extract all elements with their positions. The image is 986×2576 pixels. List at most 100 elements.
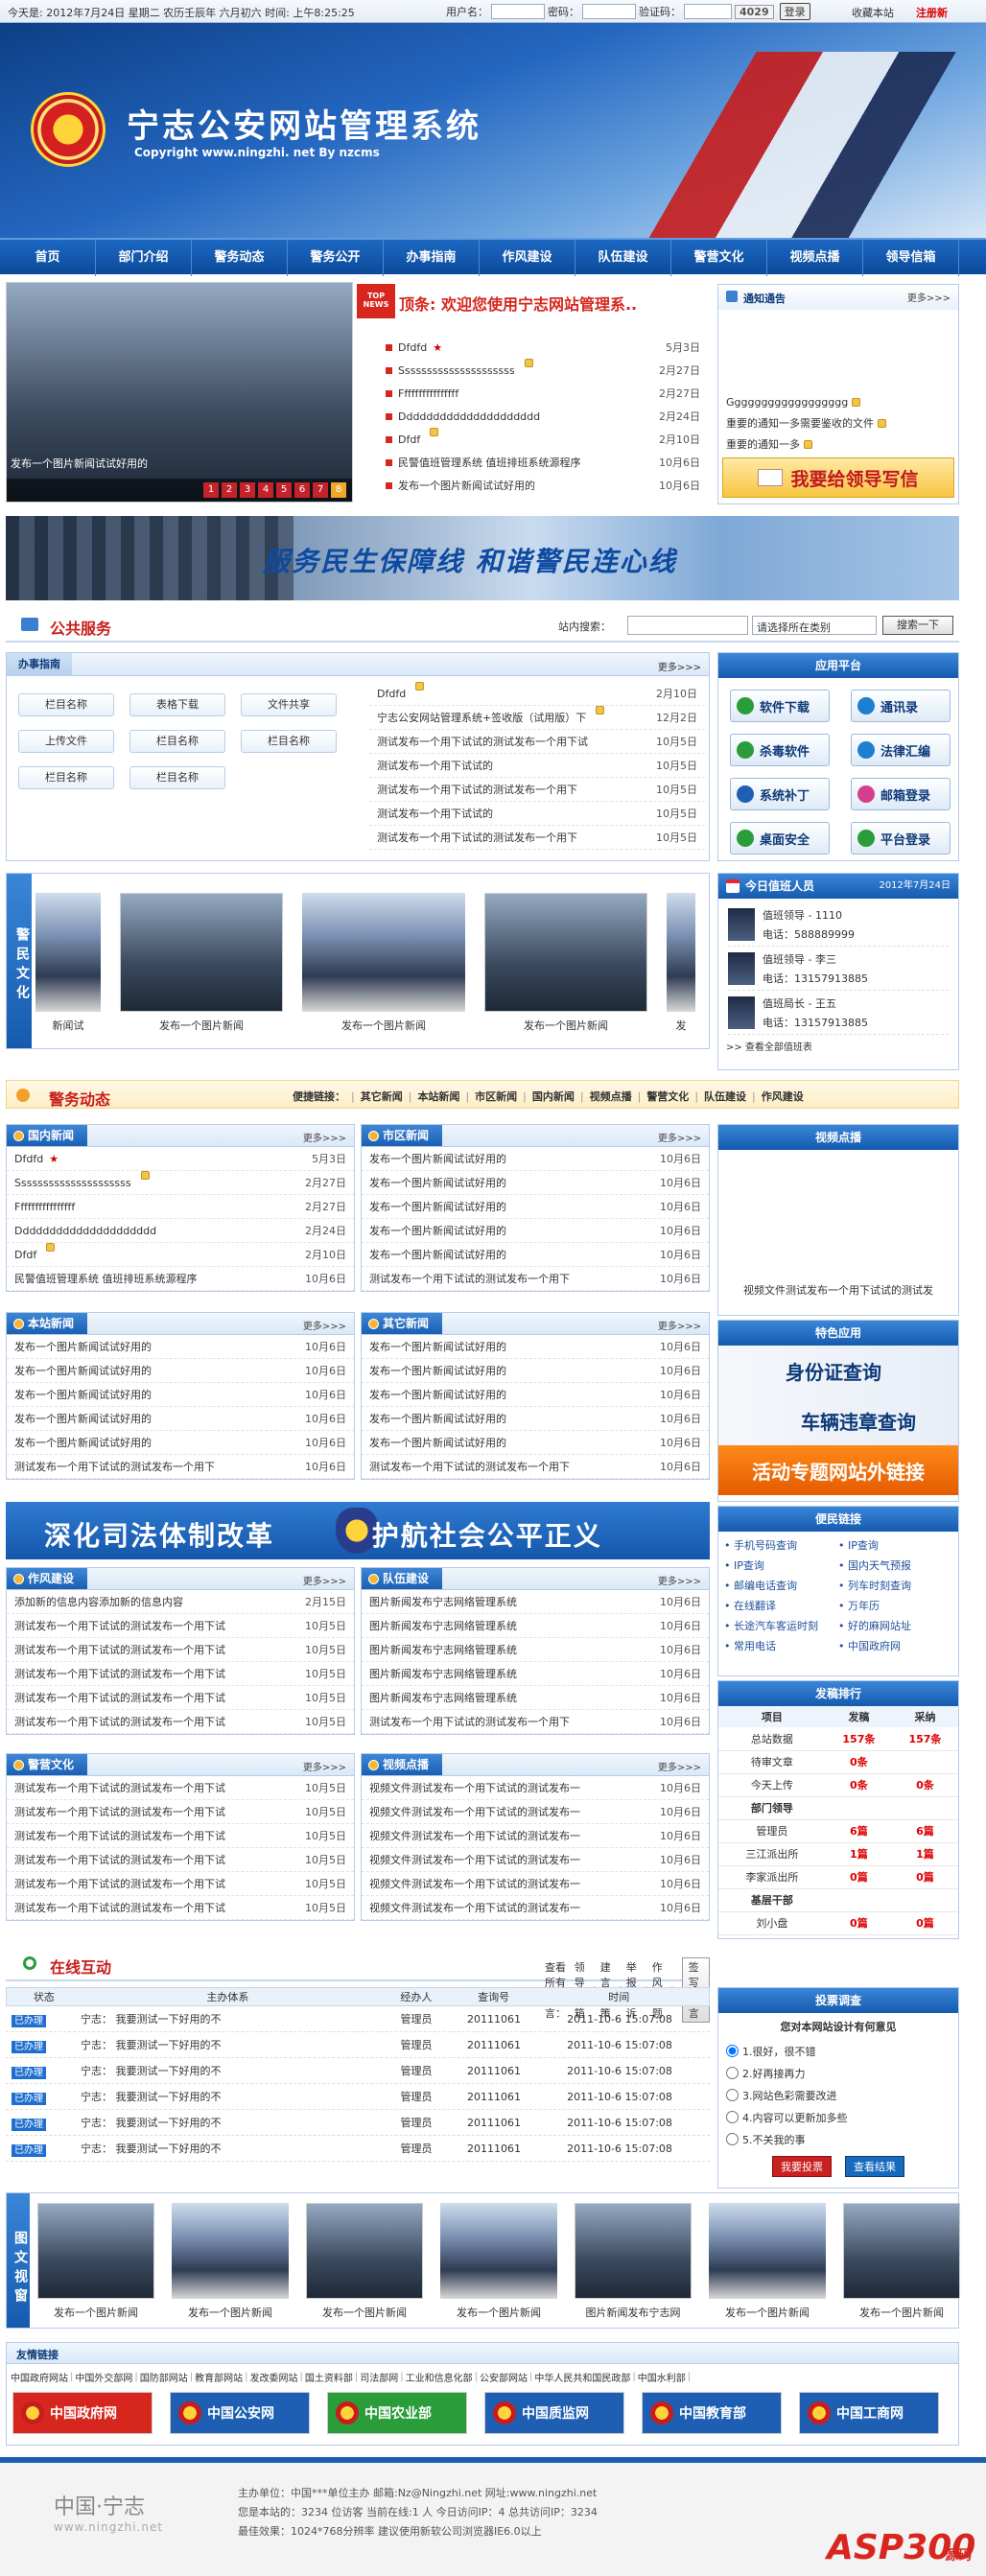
culture-picture-item[interactable]: 发 bbox=[667, 893, 695, 1033]
list-item[interactable]: 发布一个图片新闻试试好用的 10月6日 bbox=[362, 1383, 709, 1407]
interact-row[interactable]: 已办理 宁志： 我要测试一下好用的不 管理员 20111061 2011-10-6 15… bbox=[6, 2006, 710, 2032]
platform-platform-button[interactable]: 平台登录 bbox=[851, 822, 951, 855]
list-item[interactable]: 视频文件测试发布一个用下试试的测试发布一 10月6日 bbox=[362, 1824, 709, 1848]
guide-button[interactable]: 栏目名称 bbox=[18, 693, 114, 716]
friend-link[interactable]: 国防部网站 bbox=[140, 2370, 188, 2384]
register-link[interactable]: 注册新 bbox=[916, 5, 948, 20]
list-item[interactable]: Ddddddddddddddddddddd 2月24日 bbox=[7, 1219, 354, 1243]
video-player[interactable] bbox=[718, 1150, 958, 1275]
platform-desktop-button[interactable]: 桌面安全 bbox=[730, 822, 830, 855]
quick-link[interactable]: 本站新闻 bbox=[417, 1089, 459, 1104]
slideshow[interactable]: 发布一个图片新闻试试好用的 12345678 bbox=[6, 282, 353, 503]
service-link[interactable]: • 万年历 bbox=[838, 1596, 952, 1616]
list-item[interactable]: Ffffffffffffffff 2月27日 bbox=[7, 1195, 354, 1219]
guide-button[interactable]: 栏目名称 bbox=[18, 766, 114, 789]
id-query-link[interactable]: 身份证查询 bbox=[718, 1346, 958, 1395]
gallery-item[interactable]: 发布一个图片新闻 bbox=[37, 2203, 154, 2320]
headline-title[interactable]: 顶条: 欢迎您使用宁志网站管理系.. bbox=[399, 292, 706, 315]
video-caption[interactable]: 视频文件测试发布一个用下试试的测试发 bbox=[718, 1275, 958, 1305]
list-item[interactable]: Ffffffffffffffff 2月27日 bbox=[378, 382, 708, 405]
vote-radio[interactable] bbox=[726, 2111, 739, 2123]
list-item[interactable]: Sssssssssssssssssssss 2月27日 bbox=[7, 1171, 354, 1195]
vote-radio[interactable] bbox=[726, 2089, 739, 2101]
gallery-item[interactable]: 发布一个图片新闻 bbox=[440, 2203, 557, 2320]
list-item[interactable]: 测试发布一个用下试试的 10月5日 bbox=[369, 754, 705, 778]
list-item[interactable]: 发布一个图片新闻试试好用的 10月6日 bbox=[362, 1219, 709, 1243]
slide-page-4[interactable]: 4 bbox=[258, 482, 273, 498]
list-item[interactable]: 测试发布一个用下试试的测试发布一个用下试 10月5日 bbox=[7, 1800, 354, 1824]
culture-picture-item[interactable]: 新闻试 bbox=[35, 893, 101, 1033]
culture-picture-item[interactable]: 发布一个图片新闻 bbox=[120, 893, 283, 1033]
slide-page-1[interactable]: 1 bbox=[203, 482, 219, 498]
service-link[interactable]: • 列车时刻查询 bbox=[838, 1576, 952, 1596]
slide-page-3[interactable]: 3 bbox=[240, 482, 255, 498]
list-item[interactable]: 发布一个图片新闻试试好用的 10月6日 bbox=[362, 1195, 709, 1219]
duty-more-link[interactable]: >> 查看全部值班表 bbox=[718, 1039, 958, 1053]
list-item[interactable]: Ddddddddddddddddddddd 2月24日 bbox=[378, 405, 708, 428]
interact-row[interactable]: 已办理 宁志： 我要测试一下好用的不 管理员 20111061 2011-10-6 15… bbox=[6, 2058, 710, 2084]
guide-button[interactable]: 栏目名称 bbox=[241, 730, 337, 753]
friend-link[interactable]: 教育部网站 bbox=[195, 2370, 243, 2384]
nav-item-8[interactable]: 视频点播 bbox=[767, 240, 863, 276]
list-item[interactable]: 测试发布一个用下试试的测试发布一个用下试 10月5日 bbox=[7, 1662, 354, 1686]
password-input[interactable] bbox=[582, 4, 636, 19]
search-input[interactable] bbox=[627, 616, 748, 635]
quick-link[interactable]: 作风建设 bbox=[762, 1089, 804, 1104]
slide-page-2[interactable]: 2 bbox=[222, 482, 237, 498]
friend-link[interactable]: 工业和信息化部 bbox=[406, 2370, 473, 2384]
list-item[interactable]: 视频文件测试发布一个用下试试的测试发布一 10月6日 bbox=[362, 1776, 709, 1800]
nav-item-5[interactable]: 作风建设 bbox=[480, 240, 575, 276]
list-item[interactable]: 发布一个图片新闻试试好用的 10月6日 bbox=[7, 1359, 354, 1383]
friend-link[interactable]: 国土资料部 bbox=[305, 2370, 353, 2384]
gallery-item[interactable]: 发布一个图片新闻 bbox=[843, 2203, 960, 2320]
platform-law-button[interactable]: 法律汇编 bbox=[851, 734, 951, 766]
vote-option[interactable]: 5.不关我的事 bbox=[726, 2128, 951, 2150]
search-button[interactable]: 搜索一下 bbox=[882, 616, 953, 635]
vote-option[interactable]: 4.内容可以更新加多些 bbox=[726, 2106, 951, 2128]
list-item[interactable]: 发布一个图片新闻试试好用的 10月6日 bbox=[362, 1171, 709, 1195]
city-more-link[interactable]: 更多>>> bbox=[658, 1130, 701, 1144]
nav-item-6[interactable]: 队伍建设 bbox=[575, 240, 671, 276]
list-item[interactable]: 民警值班管理系统 值班排班系统源程序 10月6日 bbox=[378, 451, 708, 474]
list-item[interactable]: Dfdfd ★ 5月3日 bbox=[378, 336, 708, 359]
gallery-item[interactable]: 发布一个图片新闻 bbox=[709, 2203, 826, 2320]
friend-logo[interactable]: 中国质监网 bbox=[484, 2392, 624, 2434]
quick-link[interactable]: 国内新闻 bbox=[532, 1089, 575, 1104]
slide-page-7[interactable]: 7 bbox=[313, 482, 328, 498]
friend-link[interactable]: 中国水利部 bbox=[638, 2370, 686, 2384]
list-item[interactable]: 测试发布一个用下试试的测试发布一个用下试 10月5日 bbox=[369, 730, 705, 754]
nav-item-2[interactable]: 警务动态 bbox=[192, 240, 288, 276]
service-link[interactable]: • 邮编电话查询 bbox=[724, 1576, 838, 1596]
list-item[interactable]: 测试发布一个用下试试的测试发布一个用下 10月6日 bbox=[362, 1710, 709, 1734]
vote-result-button[interactable]: 查看结果 bbox=[845, 2156, 904, 2177]
list-item[interactable]: 民警值班管理系统 值班排班系统源程序 10月6日 bbox=[7, 1267, 354, 1291]
service-link[interactable]: • 长途汽车客运时刻 bbox=[724, 1616, 838, 1636]
vote-radio[interactable] bbox=[726, 2133, 739, 2145]
vote-radio[interactable] bbox=[726, 2045, 739, 2057]
vote-option[interactable]: 1.很好，很不错 bbox=[726, 2040, 951, 2062]
platform-antivirus-button[interactable]: 杀毒软件 bbox=[730, 734, 830, 766]
notice-item[interactable]: 重要的通知一多需要鉴收的文件 bbox=[726, 413, 951, 434]
vote-radio[interactable] bbox=[726, 2067, 739, 2079]
car-query-link[interactable]: 车辆违章查询 bbox=[718, 1395, 958, 1445]
interact-row[interactable]: 已办理 宁志： 我要测试一下好用的不 管理员 20111061 2011-10-6 15… bbox=[6, 2084, 710, 2110]
service-link[interactable]: • 好的麻网站址 bbox=[838, 1616, 952, 1636]
quick-link[interactable]: 警营文化 bbox=[646, 1089, 689, 1104]
list-item[interactable]: Dfdfd 2月10日 bbox=[369, 682, 705, 706]
list-item[interactable]: 测试发布一个用下试试的测试发布一个用下试 10月5日 bbox=[7, 1896, 354, 1920]
username-input[interactable] bbox=[491, 4, 545, 19]
bookmark-link[interactable]: 收藏本站 bbox=[852, 5, 894, 20]
list-item[interactable]: 发布一个图片新闻试试好用的 10月6日 bbox=[362, 1431, 709, 1455]
culture-picture-item[interactable]: 发布一个图片新闻 bbox=[484, 893, 647, 1033]
interact-row[interactable]: 已办理 宁志： 我要测试一下好用的不 管理员 20111061 2011-10-6 15… bbox=[6, 2032, 710, 2058]
service-link[interactable]: • 常用电话 bbox=[724, 1636, 838, 1656]
list-item[interactable]: 测试发布一个用下试试的测试发布一个用下 10月6日 bbox=[7, 1455, 354, 1479]
vote-option[interactable]: 3.网站色彩需要改进 bbox=[726, 2084, 951, 2106]
interact-row[interactable]: 已办理 宁志： 我要测试一下好用的不 管理员 20111061 2011-10-6 15… bbox=[6, 2110, 710, 2136]
gallery-item[interactable]: 发布一个图片新闻 bbox=[306, 2203, 423, 2320]
notice-item[interactable]: 重要的通知一多 bbox=[726, 434, 951, 456]
guide-button[interactable]: 上传文件 bbox=[18, 730, 114, 753]
list-item[interactable]: 测试发布一个用下试试的测试发布一个用下试 10月5日 bbox=[7, 1638, 354, 1662]
guide-button[interactable]: 栏目名称 bbox=[129, 730, 225, 753]
list-item[interactable]: 测试发布一个用下试试的测试发布一个用下试 10月5日 bbox=[7, 1872, 354, 1896]
